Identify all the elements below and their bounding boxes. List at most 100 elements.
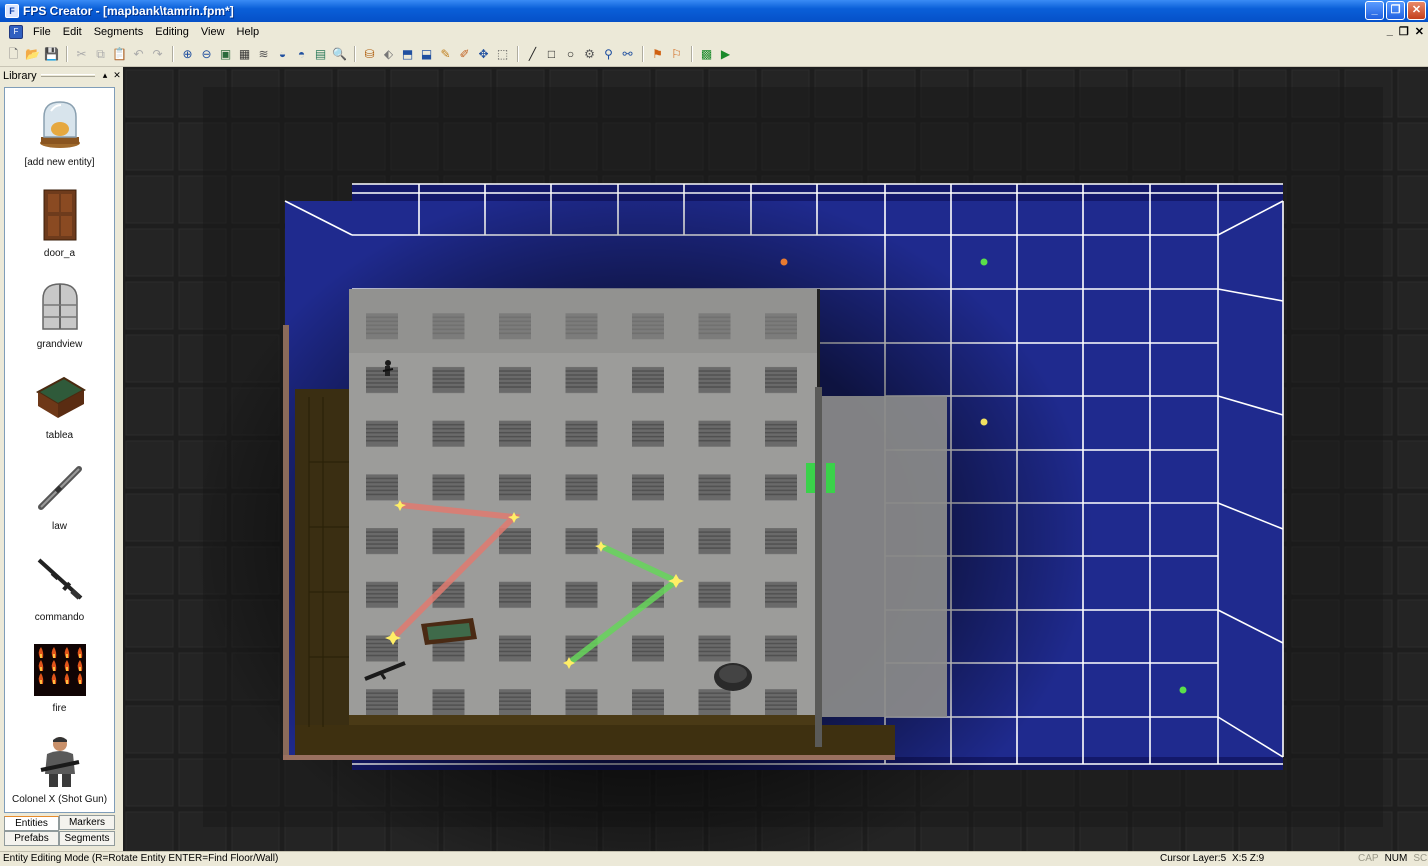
segment-tool-icon[interactable]: ⬖ xyxy=(381,46,397,62)
open-file-icon[interactable]: 📂 xyxy=(25,46,41,62)
status-caps: CAP xyxy=(1358,853,1379,864)
library-header: Library ▴ ✕ xyxy=(0,67,123,84)
select-area-icon[interactable]: ⬚ xyxy=(495,46,511,62)
panel-collapse-icon[interactable]: ▴ xyxy=(99,70,111,81)
status-scrl: SCRL xyxy=(1413,853,1428,864)
menu-help[interactable]: Help xyxy=(233,26,268,38)
west-wall xyxy=(295,389,349,751)
menu-segments[interactable]: Segments xyxy=(90,26,152,38)
test-game-icon[interactable]: ▶ xyxy=(718,46,734,62)
library-list: [add new entity] door_a grandview tablea… xyxy=(4,87,115,813)
door-marker[interactable] xyxy=(806,463,815,493)
menu-bar: F File Edit Segments Editing View Help _… xyxy=(0,22,1428,42)
layer-up-icon[interactable]: ◒ xyxy=(275,46,291,62)
brush-tool-icon[interactable]: ✐ xyxy=(457,46,473,62)
mdi-close-button[interactable]: ✕ xyxy=(1415,25,1424,38)
layers-icon[interactable]: ≋ xyxy=(256,46,272,62)
picture-view-icon[interactable]: ▤ xyxy=(313,46,329,62)
library-item-colonel-x[interactable]: Colonel X (Shot Gun) xyxy=(5,725,114,812)
library-item-law[interactable]: law xyxy=(5,452,114,543)
app-icon[interactable]: F xyxy=(5,4,19,18)
library-title: Library xyxy=(3,69,37,82)
view-mode-icon[interactable]: ▣ xyxy=(218,46,234,62)
entity-tool-icon[interactable]: ⛁ xyxy=(362,46,378,62)
table-icon xyxy=(34,368,86,426)
prefab-pick-icon[interactable]: ⬓ xyxy=(419,46,435,62)
library-item-door-a[interactable]: door_a xyxy=(5,179,114,270)
copy-icon[interactable]: ⧉ xyxy=(93,46,109,62)
library-item-label: Colonel X (Shot Gun) xyxy=(11,794,108,805)
library-item-label: fire xyxy=(52,703,67,714)
menu-view[interactable]: View xyxy=(197,26,233,38)
close-button[interactable]: ✕ xyxy=(1407,1,1426,20)
toolbar: 🗋 📂 💾 ✂ ⧉ 📋 ↶ ↷ ⊕ ⊖ ▣ ▦ ≋ ◒ ◓ ▤ 🔍 ⛁ ⬖ ⬒ … xyxy=(0,42,1428,67)
marker-dot[interactable] xyxy=(980,258,988,266)
door-icon xyxy=(34,186,86,244)
waypoint-edit-icon[interactable]: ⚲ xyxy=(601,46,617,62)
panel-close-icon[interactable]: ✕ xyxy=(111,70,123,81)
tab-entities[interactable]: Entities xyxy=(4,816,59,831)
grid-toggle-icon[interactable]: ▦ xyxy=(237,46,253,62)
library-item-tablea[interactable]: tablea xyxy=(5,361,114,452)
redo-icon[interactable]: ↷ xyxy=(150,46,166,62)
flag-icon[interactable]: ⚑ xyxy=(650,46,666,62)
menu-edit[interactable]: Edit xyxy=(59,26,90,38)
title-bar: F FPS Creator - [mapbank\tamrin.fpm*] _ … xyxy=(0,0,1428,22)
library-item-fire[interactable]: fire xyxy=(5,634,114,725)
status-mode: Entity Editing Mode (R=Rotate Entity ENT… xyxy=(3,853,279,864)
status-bar: Entity Editing Mode (R=Rotate Entity ENT… xyxy=(0,851,1428,866)
marker-dot[interactable] xyxy=(980,418,988,426)
mdi-minimize-button[interactable]: _ xyxy=(1387,25,1393,38)
status-num: NUM xyxy=(1384,853,1408,864)
mdi-restore-button[interactable]: ❐ xyxy=(1399,25,1409,38)
tab-segments[interactable]: Segments xyxy=(59,831,115,846)
circle-tool-icon[interactable]: ○ xyxy=(563,46,579,62)
library-item-commando[interactable]: commando xyxy=(5,543,114,634)
cut-icon[interactable]: ✂ xyxy=(74,46,90,62)
save-file-icon[interactable]: 💾 xyxy=(44,46,60,62)
prefab-tool-icon[interactable]: ⬒ xyxy=(400,46,416,62)
tab-prefabs[interactable]: Prefabs xyxy=(4,831,59,846)
menu-editing[interactable]: Editing xyxy=(151,26,197,38)
library-item-grandview[interactable]: grandview xyxy=(5,270,114,361)
pick-tool-icon[interactable]: ✥ xyxy=(476,46,492,62)
fire-icon xyxy=(33,641,86,699)
divider-wall xyxy=(815,387,822,747)
build-game-icon[interactable]: ▩ xyxy=(699,46,715,62)
marker-dot[interactable] xyxy=(1179,686,1187,694)
layer-down-icon[interactable]: ◓ xyxy=(294,46,310,62)
rectangle-tool-icon[interactable]: □ xyxy=(544,46,560,62)
library-item-label: law xyxy=(51,521,67,532)
corridor-floor xyxy=(819,396,947,717)
glass-dome-icon xyxy=(34,95,86,153)
menu-file[interactable]: File xyxy=(29,26,59,38)
library-item-add-new-entity[interactable]: [add new entity] xyxy=(5,88,114,179)
tab-markers[interactable]: Markers xyxy=(59,815,115,830)
document-icon[interactable]: F xyxy=(9,25,23,39)
paste-icon[interactable]: 📋 xyxy=(112,46,128,62)
waypoint-tool-icon[interactable]: ⚙ xyxy=(582,46,598,62)
map-canvas[interactable] xyxy=(123,67,1428,851)
library-item-label: commando xyxy=(34,612,85,623)
new-file-icon[interactable]: 🗋 xyxy=(6,46,22,62)
undo-icon[interactable]: ↶ xyxy=(131,46,147,62)
panel-grip[interactable] xyxy=(40,74,95,77)
library-item-label: door_a xyxy=(43,248,76,259)
minimize-button[interactable]: _ xyxy=(1365,1,1384,20)
paint-tool-icon[interactable]: ✎ xyxy=(438,46,454,62)
zoom-out-view-icon[interactable]: ⊖ xyxy=(199,46,215,62)
map-viewport[interactable] xyxy=(123,67,1428,851)
library-item-label: [add new entity] xyxy=(24,157,95,168)
window-icon xyxy=(34,277,86,335)
zoom-icon[interactable]: 🔍 xyxy=(332,46,348,62)
rifle-icon xyxy=(34,550,86,608)
marker-dot[interactable] xyxy=(780,258,788,266)
grate-entity[interactable] xyxy=(714,663,752,691)
waypoint-link-icon[interactable]: ⚯ xyxy=(620,46,636,62)
door-marker[interactable] xyxy=(826,463,835,493)
multi-flag-icon[interactable]: ⚐ xyxy=(669,46,685,62)
restore-button[interactable]: ❐ xyxy=(1386,1,1405,20)
zoom-in-view-icon[interactable]: ⊕ xyxy=(180,46,196,62)
line-tool-icon[interactable]: ╱ xyxy=(525,46,541,62)
window-title: FPS Creator - [mapbank\tamrin.fpm*] xyxy=(23,4,234,18)
